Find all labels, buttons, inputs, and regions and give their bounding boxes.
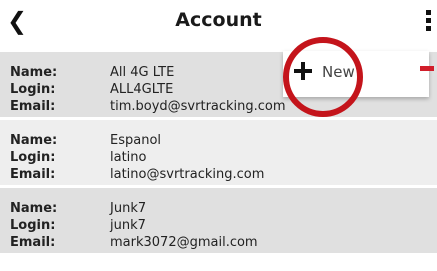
account-login: latino — [110, 150, 147, 165]
page-title: Account — [175, 9, 262, 31]
name-label: Name: — [10, 201, 58, 216]
account-name: Espanol — [110, 133, 162, 148]
login-label: Login: — [10, 150, 56, 165]
account-email: mark3072@gmail.com — [110, 235, 258, 250]
account-login: ALL4GLTE — [110, 82, 174, 97]
email-label: Email: — [10, 99, 56, 114]
highlight-circle — [283, 37, 363, 117]
login-label: Login: — [10, 218, 56, 233]
email-label: Email: — [10, 167, 56, 182]
login-label: Login: — [10, 82, 56, 97]
app-header: ❮ Account — [0, 0, 437, 44]
account-row[interactable]: Name: Espanol Login: latino Email: latino@s… — [0, 120, 437, 188]
account-login: junk7 — [110, 218, 146, 233]
email-label: Email: — [10, 235, 56, 250]
name-label: Name: — [10, 65, 58, 80]
minus-icon — [420, 66, 434, 71]
account-email: latino@svrtracking.com — [110, 167, 265, 182]
account-name: All 4G LTE — [110, 65, 175, 80]
name-label: Name: — [10, 133, 58, 148]
account-row[interactable]: Name: Junk7 Login: junk7 Email: mark3072@gm… — [0, 188, 437, 256]
account-email: tim.boyd@svrtracking.com — [110, 99, 286, 114]
more-menu-icon[interactable] — [424, 10, 432, 34]
account-name: Junk7 — [110, 201, 147, 216]
